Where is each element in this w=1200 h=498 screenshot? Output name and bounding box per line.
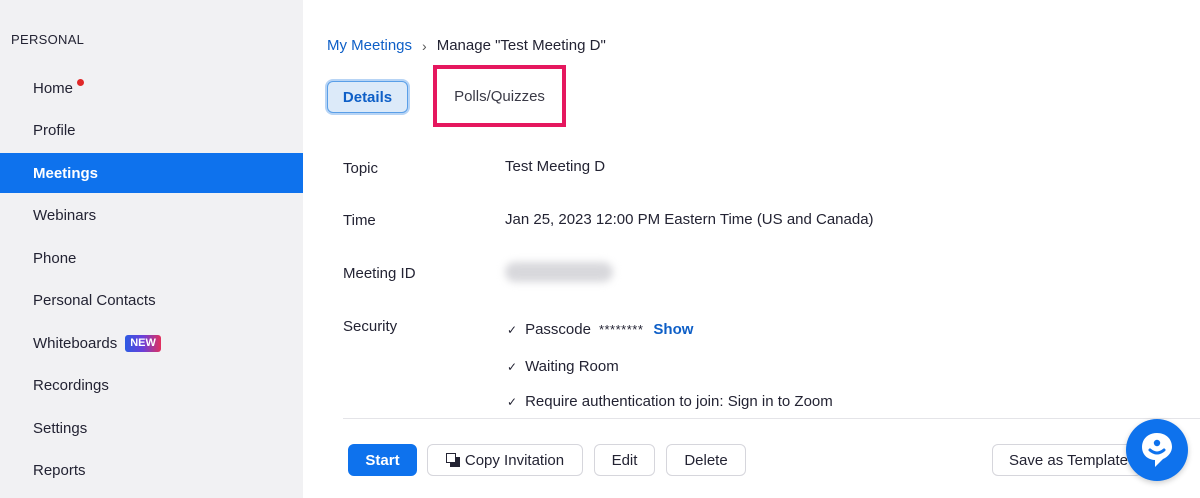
time-value: Jan 25, 2023 12:00 PM Eastern Time (US a…	[505, 211, 874, 228]
sidebar-item-home[interactable]: Home	[0, 68, 303, 108]
sidebar: PERSONAL Home Profile Meetings Webinars …	[0, 0, 303, 498]
checkmark-icon: ✓	[507, 359, 518, 374]
sidebar-item-label: Phone	[33, 249, 77, 267]
tab-polls-quizzes[interactable]: Polls/Quizzes	[433, 65, 566, 127]
breadcrumb-my-meetings-link[interactable]: My Meetings	[327, 37, 412, 54]
breadcrumb: My Meetings › Manage "Test Meeting D"	[327, 37, 606, 54]
sidebar-item-whiteboards[interactable]: Whiteboards NEW	[0, 323, 303, 363]
save-as-template-button[interactable]: Save as Template	[992, 444, 1142, 476]
copy-invitation-button[interactable]: Copy Invitation	[427, 444, 583, 476]
breadcrumb-current: Manage "Test Meeting D"	[436, 37, 606, 54]
sidebar-item-label: Home	[33, 79, 74, 97]
passcode-label: Passcode	[525, 321, 591, 338]
sidebar-item-phone[interactable]: Phone	[0, 238, 303, 278]
sidebar-item-label: Webinars	[33, 206, 97, 224]
security-passcode-row: ✓ Passcode ******** Show	[507, 321, 693, 338]
security-waiting-room-row: ✓ Waiting Room	[507, 358, 619, 375]
copy-icon	[445, 453, 460, 467]
sidebar-item-reports[interactable]: Reports	[0, 450, 303, 490]
edit-button[interactable]: Edit	[594, 444, 655, 476]
notification-dot-icon	[77, 78, 85, 86]
sidebar-item-profile[interactable]: Profile	[0, 110, 303, 150]
sidebar-item-label: Profile	[33, 121, 76, 139]
passcode-mask: ********	[598, 322, 644, 337]
sidebar-item-settings[interactable]: Settings	[0, 408, 303, 448]
chat-bubble-icon[interactable]	[1126, 419, 1188, 481]
chevron-right-icon: ›	[422, 37, 427, 54]
tab-details[interactable]: Details	[327, 81, 408, 113]
divider	[343, 418, 1200, 419]
auth-label: Require authentication to join: Sign in …	[525, 393, 833, 410]
delete-button[interactable]: Delete	[666, 444, 746, 476]
tab-polls-quizzes-label: Polls/Quizzes	[454, 87, 545, 105]
sidebar-item-label: Reports	[33, 461, 86, 479]
copy-invitation-label: Copy Invitation	[464, 451, 565, 469]
sidebar-item-recordings[interactable]: Recordings	[0, 365, 303, 405]
sidebar-item-label: Whiteboards	[33, 334, 118, 352]
topic-label: Topic	[343, 160, 379, 177]
meeting-id-label: Meeting ID	[343, 265, 416, 282]
waiting-room-label: Waiting Room	[525, 358, 619, 375]
sidebar-item-personal-contacts[interactable]: Personal Contacts	[0, 280, 303, 320]
save-as-template-label: Save as Template	[1009, 451, 1128, 469]
sidebar-item-meetings[interactable]: Meetings	[0, 153, 303, 193]
time-label: Time	[343, 212, 376, 229]
sidebar-item-label: Personal Contacts	[33, 291, 156, 309]
show-passcode-link[interactable]: Show	[653, 321, 693, 338]
checkmark-icon: ✓	[507, 394, 518, 409]
sidebar-heading: PERSONAL	[11, 32, 85, 47]
security-label: Security	[343, 318, 398, 335]
checkmark-icon: ✓	[507, 322, 518, 337]
chat-bot-glyph	[1142, 433, 1172, 467]
new-badge: NEW	[125, 334, 161, 352]
sidebar-item-label: Recordings	[33, 376, 109, 394]
security-auth-row: ✓ Require authentication to join: Sign i…	[507, 393, 833, 410]
sidebar-item-webinars[interactable]: Webinars	[0, 195, 303, 235]
topic-value: Test Meeting D	[505, 158, 606, 175]
start-button[interactable]: Start	[348, 444, 417, 476]
sidebar-item-label: Meetings	[33, 164, 99, 182]
meeting-id-value-blurred	[505, 262, 613, 282]
sidebar-item-label: Settings	[33, 419, 88, 437]
